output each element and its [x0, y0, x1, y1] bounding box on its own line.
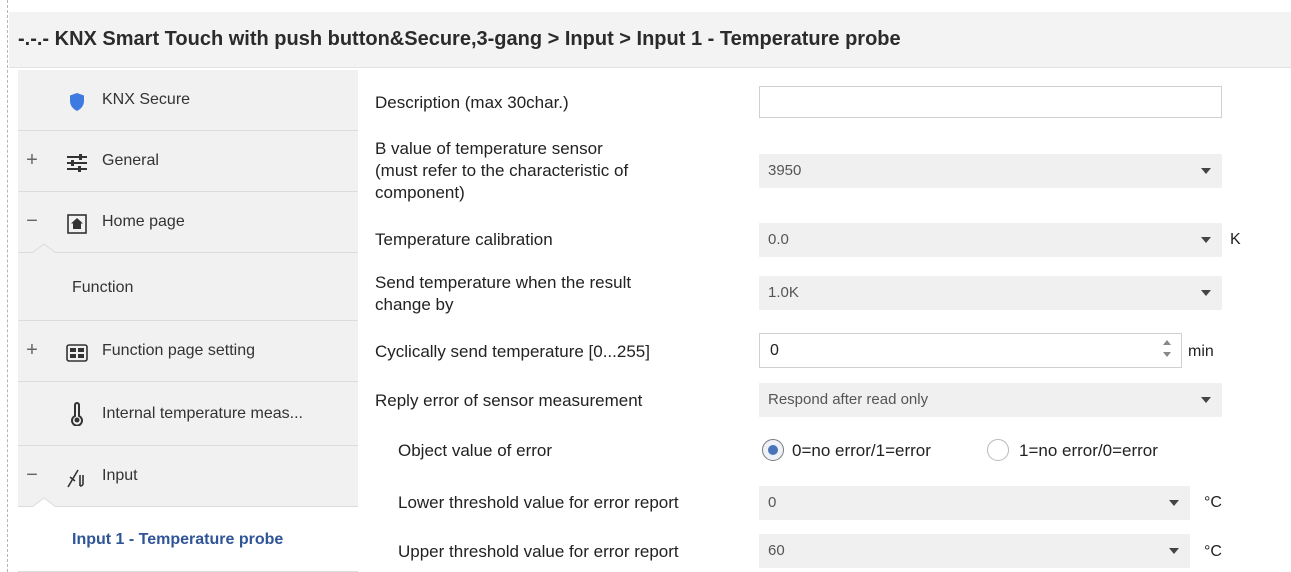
send-change-label-line: change by [375, 295, 454, 314]
cyclic-stepper[interactable]: 0 [759, 333, 1182, 368]
shield-icon [65, 90, 89, 114]
title-bar: -.-.- KNX Smart Touch with push button&S… [9, 12, 1291, 68]
calibration-label: Temperature calibration [375, 230, 553, 249]
lower-threshold-select[interactable]: 0 [759, 486, 1190, 520]
b-value-label-line: component) [375, 183, 465, 202]
chevron-down-icon [1201, 168, 1211, 174]
calibration-unit: K [1230, 231, 1241, 248]
radio-error-option-1-label[interactable]: 0=no error/1=error [792, 441, 931, 461]
sidebar-item-label: General [102, 152, 159, 169]
sidebar-item-label: Input [102, 467, 138, 484]
reply-error-select[interactable]: Respond after read only [759, 383, 1222, 417]
spin-down-icon[interactable] [1163, 352, 1171, 357]
b-value-label-line: (must refer to the characteristic of [375, 161, 629, 180]
spin-up-icon[interactable] [1163, 340, 1171, 345]
calibration-selected: 0.0 [768, 231, 789, 248]
tree-connector [32, 243, 56, 253]
sidebar-item-label: Input 1 - Temperature probe [72, 531, 284, 548]
reply-error-label: Reply error of sensor measurement [375, 391, 643, 410]
sidebar-item-label: Home page [102, 213, 185, 230]
chevron-down-icon [1201, 237, 1211, 243]
sidebar-item-label: Function [72, 279, 134, 296]
cyclic-value: 0 [770, 342, 779, 359]
sidebar-item-function[interactable]: Function [18, 253, 358, 321]
radio-error-option-1[interactable] [762, 439, 784, 461]
upper-threshold-selected: 60 [768, 542, 785, 559]
description-label: Description (max 30char.) [375, 93, 569, 112]
page-title: -.-.- KNX Smart Touch with push button&S… [18, 28, 901, 50]
object-value-label: Object value of error [398, 441, 553, 460]
chevron-down-icon [1201, 290, 1211, 296]
tree-connector [32, 497, 56, 507]
parameter-panel: Description (max 30char.) B value of tem… [359, 70, 1291, 572]
left-guide-rule [7, 0, 8, 572]
collapse-icon[interactable]: − [24, 210, 40, 233]
sidebar-item-label: Internal temperature meas... [102, 405, 303, 422]
sidebar-item-home-page[interactable]: − Home page [18, 192, 358, 253]
b-value-selected: 3950 [768, 162, 802, 179]
send-change-label: Send temperature when the result change … [375, 272, 631, 316]
expand-icon[interactable]: + [24, 339, 40, 362]
sidebar-item-input-1-temperature-probe[interactable]: Input 1 - Temperature probe [18, 507, 358, 572]
reply-error-selected: Respond after read only [768, 391, 929, 408]
chevron-down-icon [1169, 548, 1179, 554]
radio-error-option-2-label[interactable]: 1=no error/0=error [1019, 441, 1158, 461]
sidebar-item-function-page-setting[interactable]: + Function page setting [18, 321, 358, 382]
lower-threshold-selected: 0 [768, 494, 777, 511]
sidebar-item-knx-secure[interactable]: KNX Secure [18, 70, 358, 131]
sidebar-item-internal-temperature[interactable]: Internal temperature meas... [18, 382, 358, 446]
chevron-down-icon [1201, 397, 1211, 403]
upper-threshold-unit: °C [1204, 543, 1222, 560]
lower-threshold-label: Lower threshold value for error report [398, 493, 679, 512]
lower-threshold-unit: °C [1204, 494, 1222, 511]
cyclic-unit: min [1188, 343, 1214, 360]
b-value-select[interactable]: 3950 [759, 154, 1222, 188]
cyclic-label: Cyclically send temperature [0...255] [375, 342, 650, 361]
sidebar-item-general[interactable]: + General [18, 131, 358, 192]
send-change-selected: 1.0K [768, 284, 799, 301]
input-icon [65, 466, 89, 490]
expand-icon[interactable]: + [24, 149, 40, 172]
sidebar-item-input[interactable]: − Input [18, 446, 358, 507]
upper-threshold-select[interactable]: 60 [759, 534, 1190, 568]
chevron-down-icon [1169, 500, 1179, 506]
sidebar: KNX Secure + General − Home page Functio… [18, 70, 358, 572]
sliders-icon [65, 151, 89, 175]
b-value-label-line: B value of temperature sensor [375, 139, 603, 158]
description-input[interactable] [759, 86, 1222, 118]
calibration-select[interactable]: 0.0 [759, 223, 1222, 257]
collapse-icon[interactable]: − [24, 464, 40, 487]
b-value-label: B value of temperature sensor (must refe… [375, 138, 628, 204]
thermometer-icon [65, 402, 89, 426]
home-icon [65, 212, 89, 236]
sidebar-item-label: KNX Secure [102, 91, 191, 108]
send-change-label-line: Send temperature when the result [375, 273, 632, 292]
upper-threshold-label: Upper threshold value for error report [398, 542, 679, 561]
send-change-select[interactable]: 1.0K [759, 276, 1222, 310]
radio-error-option-2[interactable] [987, 439, 1009, 461]
grid-icon [65, 341, 89, 365]
sidebar-item-label: Function page setting [102, 342, 255, 359]
